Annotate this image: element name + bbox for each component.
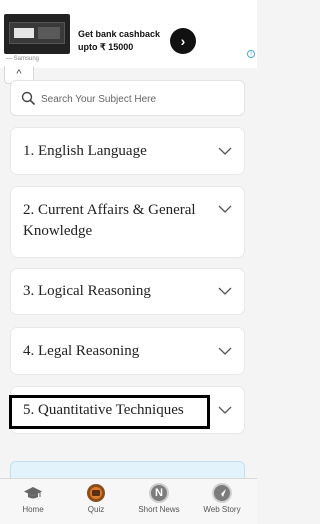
web-story-icon	[212, 483, 232, 503]
selection-highlight-box	[9, 395, 210, 429]
quiz-icon	[87, 484, 105, 502]
nav-label: Web Story	[203, 505, 241, 514]
nav-web-story[interactable]: Web Story	[190, 483, 254, 514]
search-input[interactable]	[41, 89, 236, 109]
news-icon: N	[149, 483, 169, 503]
bottom-nav: Home Quiz N Short News Web Story	[0, 478, 257, 524]
subject-card-current-affairs[interactable]: 2. Current Affairs & General Knowledge	[10, 186, 245, 258]
nav-short-news[interactable]: N Short News	[127, 483, 191, 514]
subject-label: 3. Logical Reasoning	[23, 283, 151, 299]
subject-card-legal-reasoning[interactable]: 4. Legal Reasoning	[10, 327, 245, 375]
ad-info-icon[interactable]: i	[247, 50, 255, 58]
nav-quiz[interactable]: Quiz	[64, 483, 128, 514]
search-icon	[21, 91, 35, 105]
ad-image[interactable]	[4, 14, 70, 54]
subject-label: 2. Current Affairs & General Knowledge	[23, 202, 196, 239]
chevron-down-icon[interactable]	[218, 205, 232, 213]
nav-label: Home	[22, 505, 44, 514]
subject-card-english[interactable]: 1. English Language	[10, 127, 245, 175]
ad-brand-label: — Samsung	[6, 56, 40, 62]
chevron-down-icon[interactable]	[218, 347, 232, 355]
nav-label: Quiz	[87, 505, 105, 514]
subject-label: 1. English Language	[23, 143, 147, 159]
chevron-up-icon: ^	[16, 68, 22, 80]
page: Get bank cashback upto ₹ 15000 › — Samsu…	[0, 0, 257, 524]
graduation-cap-icon	[24, 487, 42, 499]
chevron-down-icon[interactable]	[218, 406, 232, 414]
subject-label: 4. Legal Reasoning	[23, 343, 140, 359]
chevron-down-icon[interactable]	[218, 147, 232, 155]
search-box[interactable]	[10, 80, 245, 116]
nav-label: Short News	[138, 505, 180, 514]
ad-headline[interactable]: Get bank cashback upto ₹ 15000	[78, 28, 168, 54]
ad-arrow-button[interactable]: ›	[170, 28, 196, 54]
subject-card-logical-reasoning[interactable]: 3. Logical Reasoning	[10, 268, 245, 315]
ad-banner[interactable]: Get bank cashback upto ₹ 15000 › — Samsu…	[0, 0, 257, 68]
nav-home[interactable]: Home	[1, 483, 65, 514]
chevron-down-icon[interactable]	[218, 287, 232, 295]
